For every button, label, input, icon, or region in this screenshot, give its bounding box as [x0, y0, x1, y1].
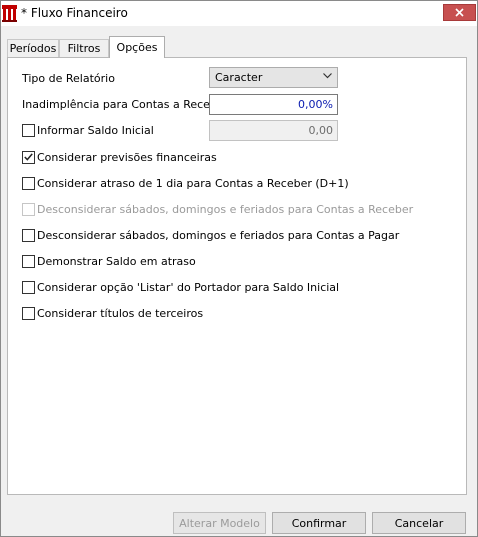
checkbox-box[interactable] — [22, 150, 35, 164]
inadimplencia-label: Inadimplência para Contas a Receber — [22, 98, 229, 111]
checkbox-saldo-atraso[interactable]: Demonstrar Saldo em atraso — [22, 254, 196, 268]
checkbox-label: Considerar previsões financeiras — [37, 150, 217, 164]
tab-label: Filtros — [67, 42, 101, 55]
checkbox-desconsiderar-pagar[interactable]: Desconsiderar sábados, domingos e feriad… — [22, 228, 399, 242]
checkbox-box[interactable] — [22, 228, 35, 242]
checkbox-label: Demonstrar Saldo em atraso — [37, 254, 196, 268]
checkbox-box[interactable] — [22, 306, 35, 320]
window-title: * Fluxo Financeiro — [21, 6, 128, 20]
checkbox-box[interactable] — [22, 176, 35, 190]
tipo-relatorio-value: Caracter — [215, 71, 263, 84]
close-button[interactable] — [443, 4, 476, 21]
checkbox-titulos-terceiros[interactable]: Considerar títulos de terceiros — [22, 306, 203, 320]
cancelar-button[interactable]: Cancelar — [372, 512, 466, 534]
options-panel: Tipo de Relatório Caracter Inadimplência… — [7, 57, 467, 495]
tab-opcoes[interactable]: Opções — [109, 36, 165, 58]
tab-filtros[interactable]: Filtros — [59, 39, 109, 57]
saldo-inicial-checkbox[interactable]: Informar Saldo Inicial — [22, 123, 154, 137]
checkbox-previsoes[interactable]: Considerar previsões financeiras — [22, 150, 217, 164]
saldo-inicial-input: 0,00 — [209, 120, 338, 141]
title-bar: * Fluxo Financeiro — [1, 1, 477, 26]
app-logo-icon — [2, 5, 17, 22]
checkbox-label: Desconsiderar sábados, domingos e feriad… — [37, 202, 414, 216]
button-label: Alterar Modelo — [179, 516, 260, 530]
checkbox-listar-portador[interactable]: Considerar opção 'Listar' do Portador pa… — [22, 280, 339, 294]
button-label: Cancelar — [394, 516, 444, 530]
checkbox-box — [22, 202, 35, 216]
tipo-relatorio-select[interactable]: Caracter — [209, 67, 338, 88]
checkbox-box[interactable] — [22, 280, 35, 294]
checkbox-box[interactable] — [22, 123, 35, 137]
dialog-window: * Fluxo Financeiro Períodos Filtros Opçõ… — [0, 0, 478, 537]
tab-label: Opções — [116, 41, 158, 54]
checkbox-label: Informar Saldo Inicial — [37, 123, 154, 137]
close-icon — [455, 8, 464, 17]
checkbox-box[interactable] — [22, 254, 35, 268]
checkbox-label: Desconsiderar sábados, domingos e feriad… — [37, 228, 400, 242]
checkmark-icon — [24, 153, 33, 161]
checkbox-label: Considerar atraso de 1 dia para Contas a… — [37, 176, 349, 190]
confirmar-button[interactable]: Confirmar — [272, 512, 366, 534]
tipo-relatorio-label: Tipo de Relatório — [22, 72, 115, 85]
checkbox-label: Considerar opção 'Listar' do Portador pa… — [37, 280, 340, 294]
checkbox-desconsiderar-receber: Desconsiderar sábados, domingos e feriad… — [22, 202, 413, 216]
chevron-down-icon — [323, 73, 332, 79]
tab-strip: Períodos Filtros Opções — [7, 36, 467, 58]
button-label: Confirmar — [291, 516, 347, 530]
checkbox-label: Considerar títulos de terceiros — [37, 306, 204, 320]
alterar-modelo-button: Alterar Modelo — [173, 512, 266, 534]
tab-label: Períodos — [9, 42, 57, 55]
inadimplencia-input[interactable]: 0,00% — [209, 94, 338, 115]
tab-periodos[interactable]: Períodos — [7, 39, 59, 57]
checkbox-atraso-d1[interactable]: Considerar atraso de 1 dia para Contas a… — [22, 176, 349, 190]
